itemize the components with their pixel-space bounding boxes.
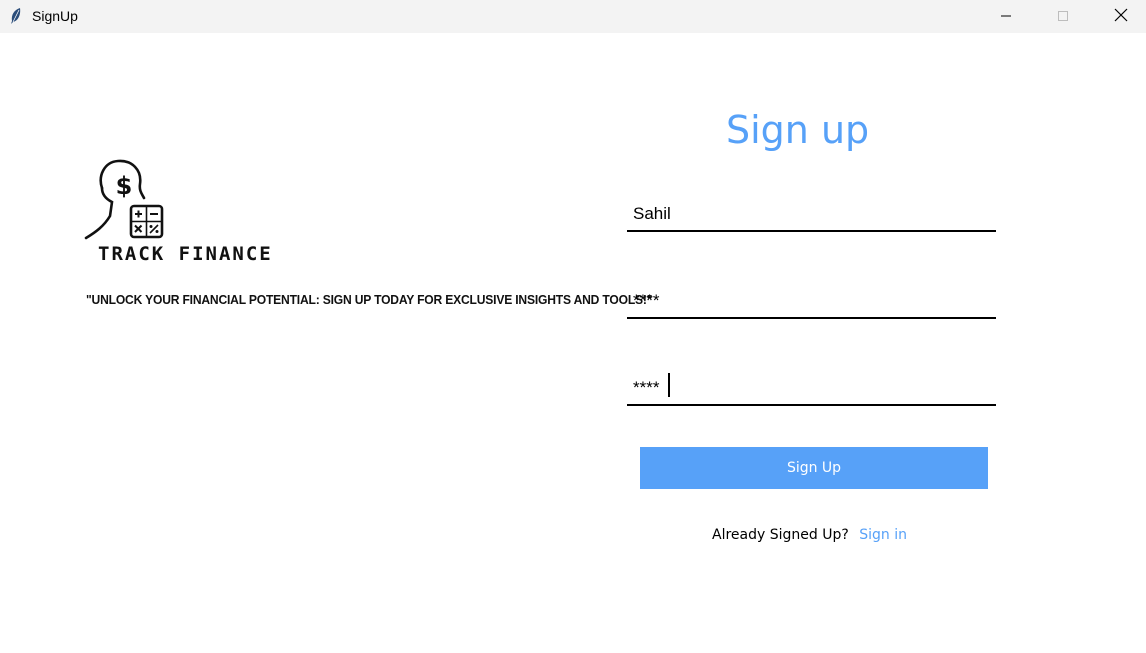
minimize-button[interactable] (983, 0, 1029, 33)
form-title: Sign up (726, 108, 870, 152)
tagline: "UNLOCK YOUR FINANCIAL POTENTIAL: SIGN U… (86, 292, 653, 307)
maximize-button[interactable] (1040, 0, 1086, 33)
feather-icon (8, 7, 24, 25)
close-icon (1114, 7, 1128, 26)
username-field[interactable] (627, 198, 996, 232)
brand-name: TRACK FINANCE (98, 243, 273, 265)
signin-prompt: Already Signed Up? (712, 527, 849, 543)
title-bar: SignUp (0, 0, 1146, 33)
svg-text:$: $ (116, 172, 133, 200)
maximize-icon (1057, 7, 1069, 26)
password-field[interactable] (627, 285, 996, 319)
signin-link[interactable]: Sign in (859, 527, 907, 543)
signin-row: Already Signed Up? Sign in (712, 527, 907, 543)
head-dollar-calculator-icon: $ (84, 158, 168, 242)
close-button[interactable] (1098, 0, 1144, 33)
minimize-icon (1000, 7, 1012, 26)
text-cursor (668, 373, 670, 397)
signup-button[interactable]: Sign Up (640, 447, 988, 489)
signup-window: SignUp $ TRACK FINANCE "UNLOCK YOUR FINA… (0, 0, 1146, 653)
confirm-password-field[interactable] (627, 372, 996, 406)
window-title: SignUp (32, 8, 78, 24)
